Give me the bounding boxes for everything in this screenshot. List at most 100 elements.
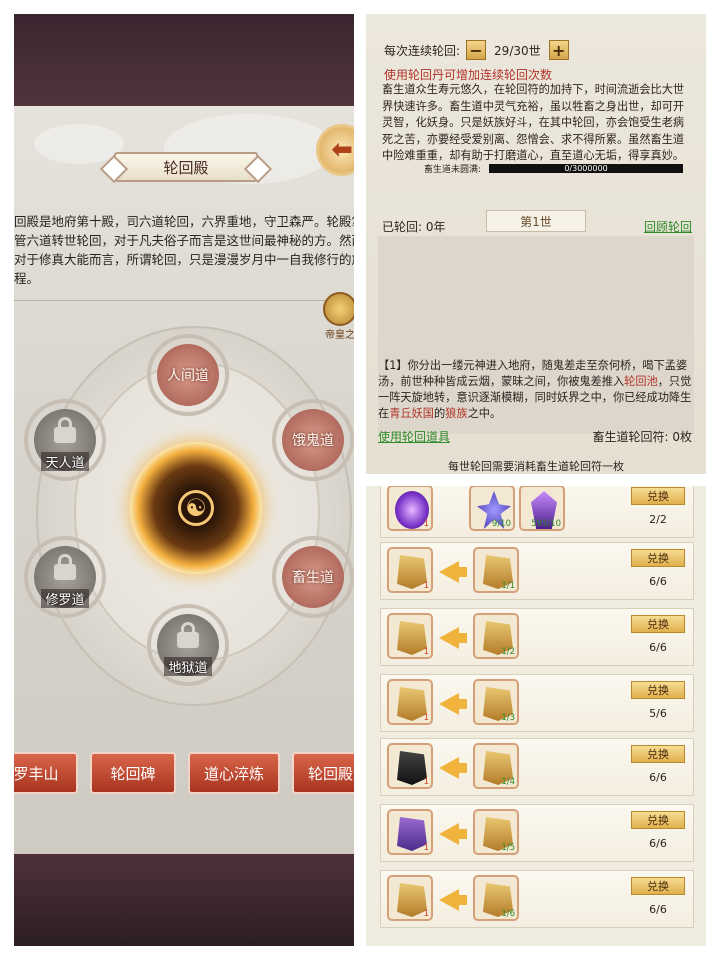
- exchange-remaining: 2/2: [649, 513, 667, 526]
- path-hell[interactable]: 地狱道: [147, 604, 229, 686]
- exchange-button[interactable]: 兑换: [631, 681, 685, 699]
- exchange-remaining: 6/6: [649, 837, 667, 850]
- item-slot[interactable]: 1/1: [473, 547, 519, 593]
- hall-treasure-button[interactable]: 轮回殿宝: [292, 752, 354, 794]
- bottom-button-row: 罗丰山 轮回碑 道心淬炼 轮回殿宝: [14, 752, 354, 794]
- item-slot[interactable]: 1/5: [473, 809, 519, 855]
- item-slot[interactable]: 1: [387, 486, 433, 531]
- item-count: 1: [423, 581, 429, 591]
- completion-value: 0/3000000: [564, 164, 608, 173]
- exchange-button[interactable]: 兑换: [631, 745, 685, 763]
- banner-item-icon: [397, 555, 427, 589]
- item-count: 1/3: [501, 713, 515, 723]
- log-highlight: 轮回池: [624, 375, 658, 388]
- luofeng-mountain-button[interactable]: 罗丰山: [14, 752, 78, 794]
- talisman-count: 畜生道轮回符: 0枚: [592, 430, 693, 444]
- use-item-link[interactable]: 使用轮回道具: [378, 428, 450, 445]
- exchange-arrow-icon: [439, 627, 467, 649]
- exchange-remaining: 6/6: [649, 903, 667, 916]
- item-count: 1/6: [501, 909, 515, 919]
- exchange-remaining: 5/6: [649, 707, 667, 720]
- reincarnation-stele-button[interactable]: 轮回碑: [90, 752, 176, 794]
- exchange-button[interactable]: 兑换: [631, 549, 685, 567]
- exchange-arrow-icon: [439, 693, 467, 715]
- item-slot[interactable]: 9/10: [469, 486, 515, 531]
- path-label: 天人道: [41, 452, 89, 471]
- emperor-icon: [323, 292, 354, 326]
- path-hungry-ghost[interactable]: 饿鬼道: [272, 399, 354, 481]
- increase-button[interactable]: +: [548, 40, 569, 60]
- banner-item-icon: [397, 687, 427, 721]
- completion-label: 畜生道未圆满:: [424, 165, 482, 175]
- exchange-remaining: 6/6: [649, 771, 667, 784]
- item-count: 1/4: [501, 777, 515, 787]
- life-number: 第1世: [486, 210, 586, 232]
- exchange-button[interactable]: 兑换: [631, 487, 685, 505]
- path-description: 畜生道众生寿元悠久，在轮回符的加持下，时间流逝会比大世界快速许多。畜生道中灵气充…: [382, 83, 685, 162]
- cycle-label: 每次连续轮回:: [384, 43, 461, 58]
- lock-icon: [177, 622, 199, 648]
- yin-yang-icon: ☯: [178, 490, 214, 526]
- item-slot[interactable]: 1/6: [473, 875, 519, 921]
- exchange-row: 1 1/3 兑换 5/6: [380, 674, 694, 732]
- exchange-arrow-icon: [439, 561, 467, 583]
- exchange-row: 1 1/2 兑换 6/6: [380, 608, 694, 666]
- emperor-button[interactable]: 帝皇之: [320, 292, 354, 348]
- path-animal[interactable]: 畜生道: [272, 536, 354, 618]
- completion-bar: 0/3000000: [489, 164, 684, 173]
- page-title: 轮回殿: [114, 152, 258, 182]
- item-count: 9/10: [491, 519, 511, 529]
- item-slot[interactable]: 1: [387, 809, 433, 855]
- exchange-panel: 1 9/10 595/10 兑换 2/2 1 1/1 兑换 6/6 1 1/2 兑换 6/6 1 1/3 兑换…: [366, 486, 706, 946]
- exchange-arrow-icon: [439, 823, 467, 845]
- top-band: [14, 14, 354, 106]
- exchange-arrow-icon: [439, 757, 467, 779]
- path-label: 修罗道: [41, 589, 89, 608]
- reincarnation-hall-panel: 轮回殿 ⬅ 回殿是地府第十殿，司六道轮回，六界重地，守卫森严。轮殿掌管六道转世轮…: [14, 14, 354, 946]
- cost-footnote: 每世轮回需要消耗畜生道轮回符一枚: [448, 460, 624, 473]
- path-heaven[interactable]: 天人道: [24, 399, 106, 481]
- divider: [14, 300, 344, 301]
- decrease-button[interactable]: −: [466, 40, 487, 60]
- exchange-remaining: 6/6: [649, 641, 667, 654]
- path-label: 地狱道: [164, 657, 212, 676]
- item-count: 1: [423, 647, 429, 657]
- path-label: 畜生道: [292, 570, 334, 586]
- log-highlight: 狼族: [445, 407, 468, 420]
- item-slot[interactable]: 1: [387, 875, 433, 921]
- path-human[interactable]: 人间道: [147, 334, 229, 416]
- item-slot[interactable]: 1/3: [473, 679, 519, 725]
- item-slot[interactable]: 1/2: [473, 613, 519, 659]
- banner-item-icon: [397, 621, 427, 655]
- pill-hint: 使用轮回丹可增加连续轮回次数: [384, 68, 553, 82]
- path-label: 人间道: [167, 368, 209, 384]
- banner-item-icon: [397, 883, 427, 917]
- exchange-remaining: 6/6: [649, 575, 667, 588]
- item-slot[interactable]: 1/4: [473, 743, 519, 789]
- log-highlight: 青丘妖国: [389, 407, 434, 420]
- item-count: 1: [423, 909, 429, 919]
- dao-heart-button[interactable]: 道心淬炼: [188, 752, 280, 794]
- item-slot[interactable]: 1: [387, 743, 433, 789]
- path-asura[interactable]: 修罗道: [24, 536, 106, 618]
- item-count: 1: [423, 777, 429, 787]
- exchange-row: 1 1/5 兑换 6/6: [380, 804, 694, 862]
- item-count: 595/10: [531, 519, 561, 529]
- item-slot[interactable]: 1: [387, 613, 433, 659]
- item-slot[interactable]: 1: [387, 547, 433, 593]
- exchange-button[interactable]: 兑换: [631, 615, 685, 633]
- item-slot[interactable]: 595/10: [519, 486, 565, 531]
- bottom-band: [14, 854, 354, 946]
- item-slot[interactable]: 1: [387, 679, 433, 725]
- item-count: 1/1: [501, 581, 515, 591]
- completion-row: 畜生道未圆满: 0/3000000: [424, 162, 684, 175]
- log-entry: 【1】你分出一缕元神进入地府，随鬼差走至奈何桥，喝下孟婆汤，前世种种皆成云烟，蒙…: [378, 358, 694, 422]
- back-arrow-icon: ⬅: [331, 135, 353, 165]
- hall-description: 回殿是地府第十殿，司六道轮回，六界重地，守卫森严。轮殿掌管六道转世轮回，对于凡夫…: [14, 214, 354, 286]
- cycle-value: 29/30世: [494, 43, 541, 58]
- item-count: 1: [423, 843, 429, 853]
- review-link[interactable]: 回顾轮回: [644, 218, 692, 235]
- black-item-icon: [397, 751, 427, 785]
- exchange-button[interactable]: 兑换: [631, 877, 685, 895]
- exchange-button[interactable]: 兑换: [631, 811, 685, 829]
